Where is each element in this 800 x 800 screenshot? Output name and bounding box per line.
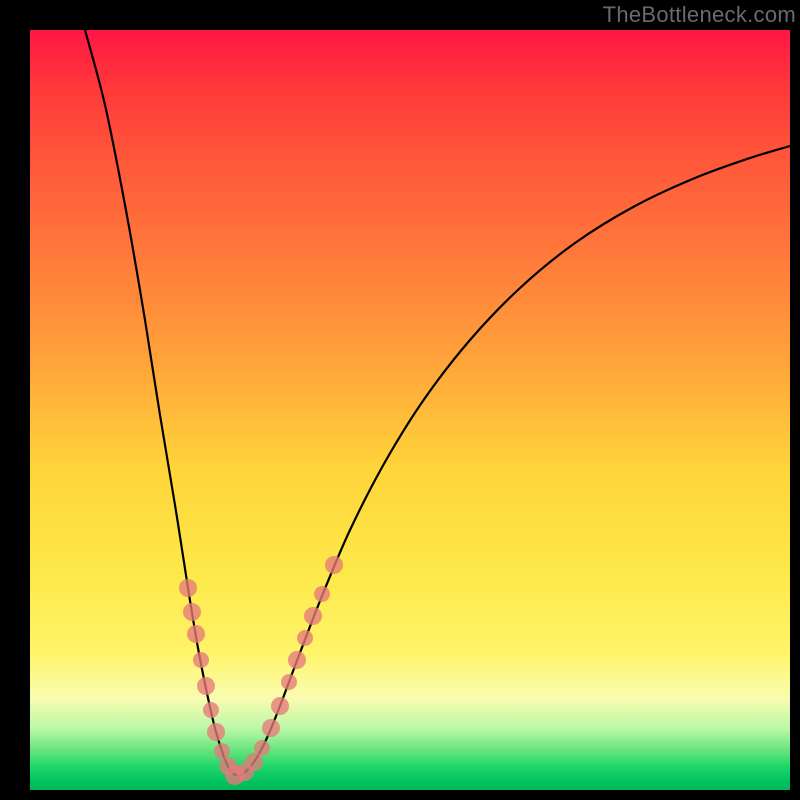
chart-frame: TheBottleneck.com [0,0,800,800]
data-marker [193,652,209,668]
data-marker [187,625,205,643]
data-marker [262,719,280,737]
data-marker [271,697,289,715]
data-marker [254,740,270,756]
data-marker [207,723,225,741]
data-marker [203,702,219,718]
data-marker [214,743,230,759]
bottleneck-curve [85,30,790,775]
data-marker [197,677,215,695]
data-marker [325,556,343,574]
data-markers-group [179,556,343,785]
curve-layer [30,30,790,790]
data-marker [304,607,322,625]
data-marker [297,630,313,646]
data-marker [281,674,297,690]
data-marker [183,603,201,621]
data-marker [288,651,306,669]
data-marker [179,579,197,597]
data-marker [314,586,330,602]
plot-area [30,30,790,790]
watermark-text: TheBottleneck.com [603,2,796,28]
